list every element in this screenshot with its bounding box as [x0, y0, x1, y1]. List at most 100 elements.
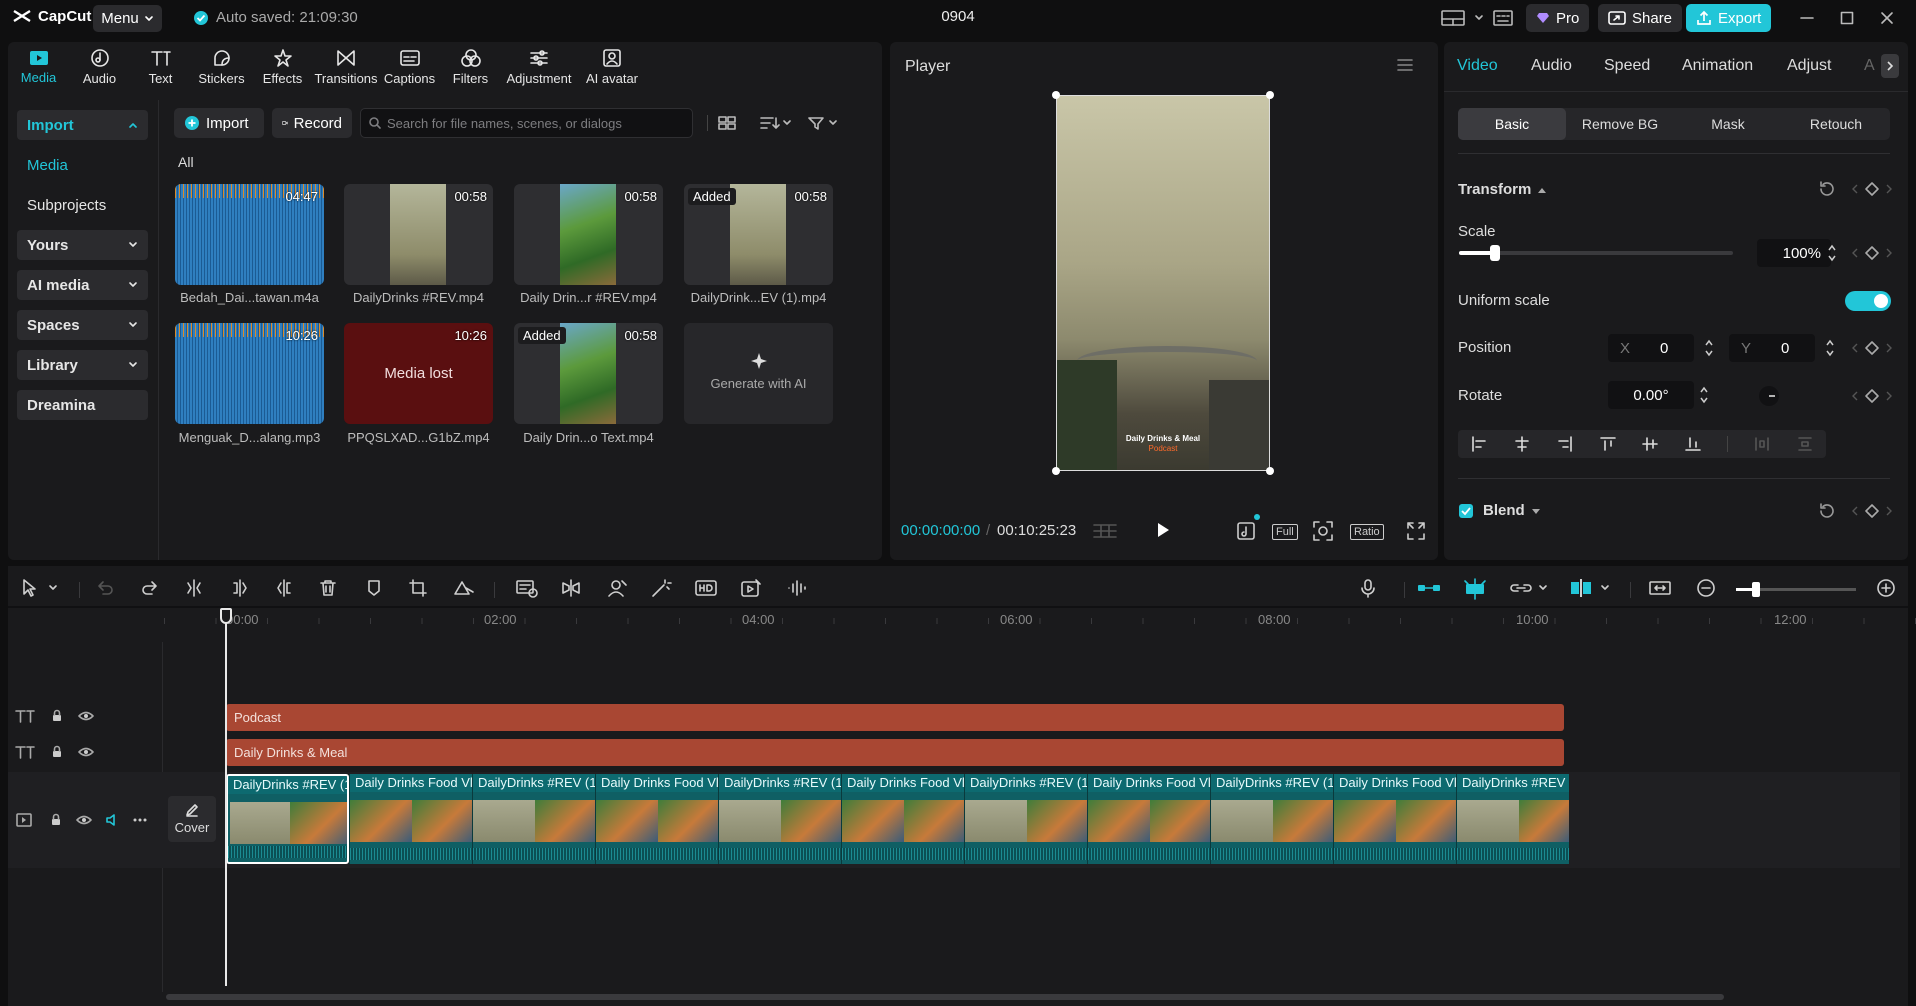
blend-checkbox[interactable]: [1459, 504, 1473, 518]
mark-icon[interactable]: [364, 578, 384, 598]
media-item-audio-2[interactable]: 10:26: [175, 323, 324, 424]
video-clip[interactable]: Daily Drinks Food Vl: [1333, 774, 1456, 864]
auto-snap-icon[interactable]: [1462, 578, 1488, 600]
zoom-in-icon[interactable]: [1876, 578, 1896, 598]
zoom-slider-handle[interactable]: [1752, 582, 1760, 597]
tab-scroll-right[interactable]: [1881, 54, 1899, 78]
fullscreen-icon[interactable]: [1406, 521, 1426, 541]
sidebar-item-spaces[interactable]: Spaces: [17, 310, 148, 340]
zoom-slider[interactable]: [1736, 582, 1856, 597]
fit-timeline-icon[interactable]: [1648, 578, 1672, 598]
auto-reframe-icon[interactable]: [452, 578, 476, 598]
audio-wave-icon[interactable]: [786, 578, 808, 598]
sidebar-item-library[interactable]: Library: [17, 350, 148, 380]
media-item-video-2[interactable]: 00:58: [514, 184, 663, 285]
video-clip[interactable]: DailyDrinks #REV (: [1456, 774, 1569, 864]
subtab-basic[interactable]: Basic: [1458, 108, 1566, 140]
chevron-down-icon[interactable]: [48, 583, 58, 593]
share-button[interactable]: Share: [1598, 4, 1683, 32]
play-icon[interactable]: [1155, 521, 1171, 539]
uniform-scale-toggle[interactable]: [1845, 291, 1891, 311]
full-button[interactable]: Full: [1272, 524, 1298, 540]
chevron-down-icon[interactable]: [1538, 583, 1548, 593]
align-left-icon[interactable]: [1470, 435, 1488, 453]
pro-button[interactable]: Pro: [1526, 4, 1590, 32]
preview-axis-icon[interactable]: [1568, 578, 1594, 598]
tool-effects[interactable]: Effects: [252, 42, 313, 92]
resize-handle[interactable]: [1052, 91, 1060, 99]
tool-adjustment[interactable]: Adjustment: [501, 42, 577, 92]
close-icon[interactable]: [1880, 11, 1894, 25]
select-cursor-icon[interactable]: [20, 578, 40, 598]
microphone-icon[interactable]: [1358, 578, 1378, 598]
media-item-audio-1[interactable]: 04:47: [175, 184, 324, 285]
remove-bg-icon[interactable]: [606, 578, 628, 598]
crop-icon[interactable]: [408, 578, 428, 598]
import-button[interactable]: Import: [174, 108, 264, 138]
resize-handle[interactable]: [1052, 467, 1060, 475]
audio-mute-icon[interactable]: [105, 813, 119, 827]
rotate-input[interactable]: 0.00°: [1608, 381, 1694, 409]
eye-icon[interactable]: [76, 814, 92, 826]
video-clip[interactable]: DailyDrinks #REV (1): [718, 774, 841, 864]
video-clip[interactable]: DailyDrinks #REV (1): [226, 774, 349, 864]
subtab-mask[interactable]: Mask: [1674, 108, 1782, 140]
video-clip[interactable]: DailyDrinks #REV (1): [964, 774, 1087, 864]
lock-icon[interactable]: [49, 813, 63, 827]
screenshot-icon[interactable]: [1312, 520, 1334, 542]
generate-with-ai-button[interactable]: Generate with AI: [684, 323, 833, 424]
sidebar-item-import[interactable]: Import: [17, 110, 148, 140]
undo-icon[interactable]: [95, 578, 115, 598]
media-item-video-3[interactable]: Added 00:58: [684, 184, 833, 285]
chevron-down-icon[interactable]: [1600, 583, 1610, 593]
align-center-h-icon[interactable]: [1513, 435, 1531, 453]
align-center-v-icon[interactable]: [1641, 435, 1659, 453]
delete-icon[interactable]: [318, 578, 338, 598]
chevron-down-icon[interactable]: [1474, 13, 1484, 23]
menu-button[interactable]: Menu: [93, 5, 162, 32]
layout-icon[interactable]: [1440, 9, 1466, 27]
align-right-icon[interactable]: [1556, 435, 1574, 453]
stepper-icon[interactable]: [1698, 382, 1710, 408]
video-clip[interactable]: DailyDrinks #REV (1): [1210, 774, 1333, 864]
tool-text[interactable]: Text: [130, 42, 191, 92]
reset-icon[interactable]: [1818, 502, 1836, 520]
cover-button[interactable]: Cover: [168, 796, 216, 842]
stepper-icon[interactable]: [1824, 335, 1836, 361]
keyframe-icon[interactable]: [1850, 340, 1894, 356]
sidebar-item-media[interactable]: Media: [17, 150, 148, 180]
timeline-scrollbar[interactable]: [166, 994, 1724, 1000]
timeline-grid-icon[interactable]: [1092, 522, 1118, 540]
tiktok-icon[interactable]: [1236, 520, 1256, 540]
align-top-icon[interactable]: [1599, 435, 1617, 453]
video-clip[interactable]: Daily Drinks Food Vl: [595, 774, 718, 864]
position-y-input[interactable]: Y 0: [1729, 334, 1815, 362]
eye-icon[interactable]: [78, 710, 94, 722]
playhead-handle[interactable]: [220, 608, 232, 624]
tab-more[interactable]: A: [1864, 57, 1875, 75]
redo-icon[interactable]: [140, 578, 160, 598]
distribute-h-icon[interactable]: [1753, 435, 1771, 453]
tool-ai-avatar[interactable]: AI avatar: [577, 42, 647, 92]
eye-icon[interactable]: [78, 746, 94, 758]
media-item-video-1[interactable]: 00:58: [344, 184, 493, 285]
rotation-dial-icon[interactable]: [1757, 384, 1781, 408]
lock-icon[interactable]: [50, 709, 64, 723]
sidebar-item-dreamina[interactable]: Dreamina: [17, 390, 148, 420]
tool-audio[interactable]: Audio: [69, 42, 130, 92]
export-button[interactable]: Export: [1686, 4, 1772, 32]
hd-icon[interactable]: [694, 578, 718, 598]
trim-right-icon[interactable]: [274, 578, 294, 598]
video-clip[interactable]: Daily Drinks Food Vl: [1087, 774, 1210, 864]
record-button[interactable]: Record: [272, 108, 352, 138]
mirror-icon[interactable]: [560, 578, 582, 598]
lock-icon[interactable]: [50, 745, 64, 759]
media-clip-icon[interactable]: [740, 578, 762, 598]
link-icon[interactable]: [1508, 578, 1534, 598]
stepper-icon[interactable]: [1703, 335, 1715, 361]
sidebar-item-subprojects[interactable]: Subprojects: [17, 190, 148, 220]
tab-audio[interactable]: Audio: [1531, 57, 1572, 75]
text-clip-podcast[interactable]: Podcast: [226, 704, 1564, 731]
media-search-input[interactable]: Search for file names, scenes, or dialog…: [360, 108, 693, 138]
tab-speed[interactable]: Speed: [1604, 57, 1650, 75]
